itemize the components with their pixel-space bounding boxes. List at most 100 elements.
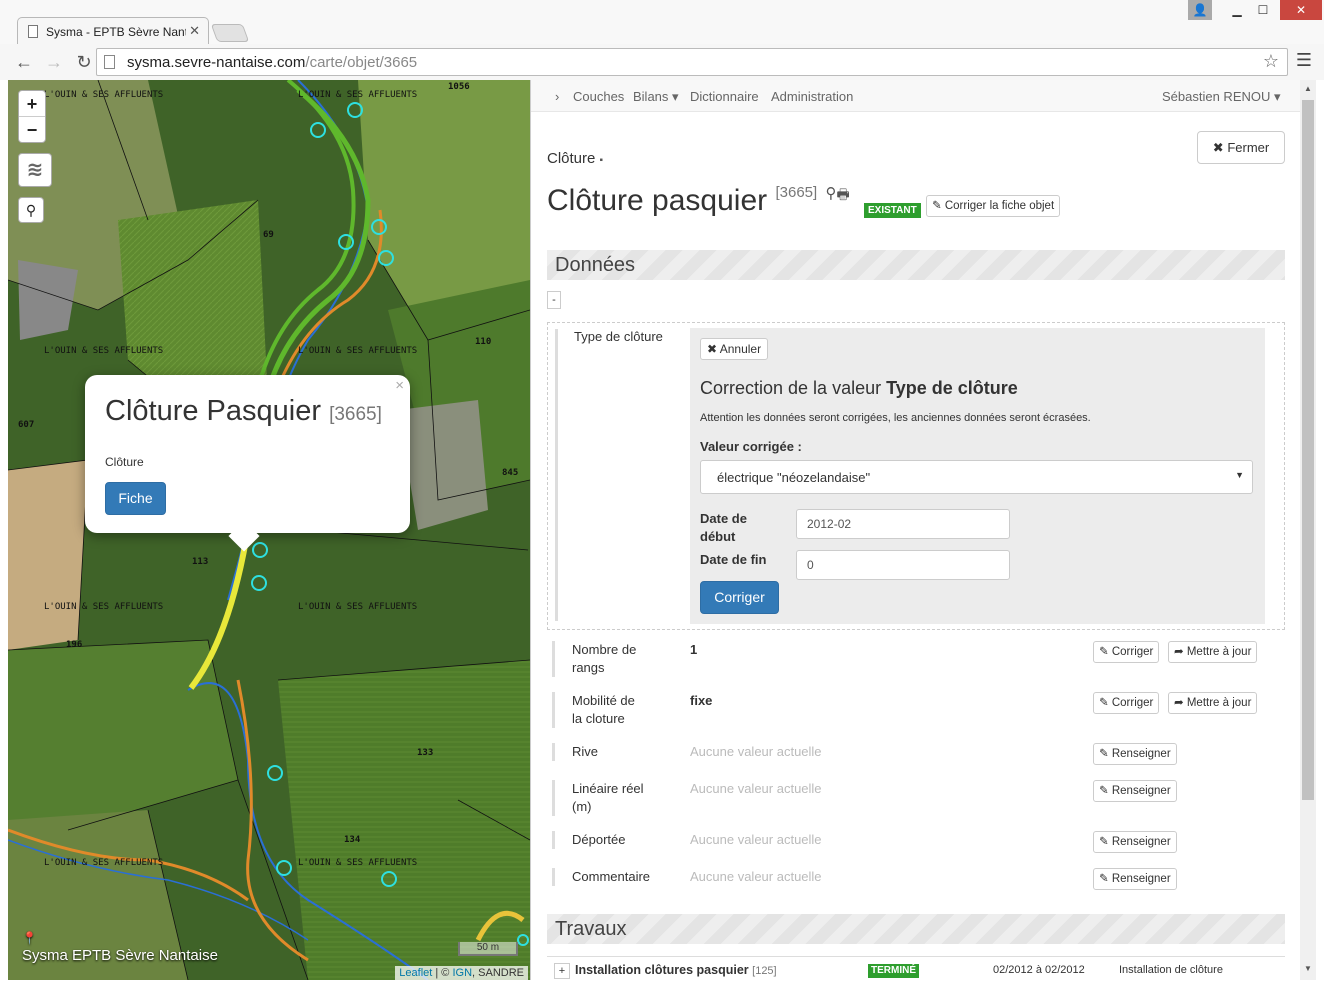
field-value: Aucune valeur actuelle <box>690 832 822 847</box>
scroll-down-icon[interactable]: ▼ <box>1304 964 1312 973</box>
start-date-input[interactable]: 2012-02 <box>796 509 1010 539</box>
travaux-name[interactable]: Installation clôtures pasquier [125] <box>575 963 777 977</box>
user-icon[interactable]: 👤 <box>1188 0 1212 20</box>
update-button[interactable]: ➦ Mettre à jour <box>1168 641 1258 663</box>
field-label: Type de clôture <box>555 329 663 621</box>
close-window-icon[interactable]: ✕ <box>1280 0 1322 20</box>
top-navbar: › Couches Bilans ▾ Dictionnaire Administ… <box>531 80 1300 112</box>
search-icon[interactable]: ⚲ <box>18 197 44 223</box>
zoom-out-button[interactable]: − <box>19 117 45 143</box>
field <box>278 660 530 980</box>
fiche-button[interactable]: Fiche <box>105 482 166 515</box>
end-date-label: Date de fin <box>700 552 767 567</box>
back-icon[interactable]: ← <box>12 50 36 74</box>
scrollbar-thumb[interactable] <box>1302 100 1314 800</box>
travaux-dates: 02/2012 à 02/2012 <box>993 964 1085 976</box>
value-select[interactable]: électrique "néozelandaise" ▼ <box>700 460 1253 494</box>
correct-button[interactable]: ✎ Corriger <box>1093 641 1160 663</box>
collapse-button[interactable]: - <box>547 291 561 309</box>
update-button[interactable]: ➦ Mettre à jour <box>1168 692 1258 714</box>
fill-button[interactable]: ✎ Renseigner <box>1093 868 1177 890</box>
minimize-icon[interactable]: ▁ <box>1224 0 1250 20</box>
new-tab-button[interactable] <box>210 24 250 42</box>
river-label: L'OUIN & SES AFFLUENTS <box>298 346 418 356</box>
zoom-in-button[interactable]: + <box>19 91 45 117</box>
forward-icon[interactable]: → <box>42 50 66 74</box>
browser-tab[interactable]: Sysma - EPTB Sèvre Nanta ✕ <box>17 17 209 45</box>
field-value: Aucune valeur actuelle <box>690 744 822 759</box>
river-label: L'OUIN & SES AFFLUENTS <box>298 602 418 612</box>
reload-icon[interactable]: ↻ <box>72 50 96 74</box>
menu-icon[interactable]: ☰ <box>1296 50 1312 71</box>
river-label: L'OUIN & SES AFFLUENTS <box>44 858 164 868</box>
expand-button[interactable]: + <box>554 963 570 979</box>
nav-administration[interactable]: Administration <box>771 89 853 104</box>
scrollbar[interactable]: ▲ ▼ <box>1300 80 1316 980</box>
warning-text: Attention les données seront corrigées, … <box>700 412 1091 424</box>
nav-couches[interactable]: Couches <box>573 89 624 104</box>
start-date-label: Date de début <box>700 511 747 544</box>
section-travaux: Travaux <box>547 914 1285 944</box>
parcel-number: 69 <box>263 230 274 240</box>
document-icon: ▪ <box>599 155 604 166</box>
parcel-number: 110 <box>475 337 492 347</box>
field-label: Linéaire réel (m) <box>552 780 647 816</box>
address-bar[interactable]: sysma.sevre-nantaise.com/carte/objet/366… <box>96 48 1288 76</box>
edit-object-button[interactable]: ✎ Corriger la fiche objet <box>926 195 1061 217</box>
field-value: fixe <box>690 693 713 708</box>
edit-field-block: Type de clôture ✖ Annuler Correction de … <box>547 322 1285 630</box>
field-label: Déportée <box>552 831 682 849</box>
field-value: Aucune valeur actuelle <box>690 781 822 796</box>
scroll-up-icon[interactable]: ▲ <box>1304 84 1312 93</box>
parcel-number: 134 <box>344 835 361 845</box>
page-title: Clôture pasquier [3665] ⚲🖶 <box>547 184 850 217</box>
parcel-number: 1056 <box>448 82 470 92</box>
page-icon <box>104 55 115 69</box>
map-marker-icon[interactable]: ⚲ <box>826 185 837 202</box>
nav-dictionnaire[interactable]: Dictionnaire <box>690 89 759 104</box>
parcel-number: 196 <box>66 640 83 650</box>
brand-label: 📍 Sysma EPTB Sèvre Nantaise <box>22 931 218 964</box>
layers-icon[interactable]: ≋ <box>18 153 52 187</box>
popup-type: Clôture <box>105 455 144 469</box>
correction-form: ✖ Annuler Correction de la valeur Type d… <box>690 328 1265 624</box>
bare-field <box>8 460 88 650</box>
map-attribution: Leaflet | © IGN, SANDRE <box>395 966 528 980</box>
leaflet-link[interactable]: Leaflet <box>399 967 432 979</box>
river-label: L'OUIN & SES AFFLUENTS <box>44 90 164 100</box>
map-view[interactable]: L'OUIN & SES AFFLUENTS L'OUIN & SES AFFL… <box>8 80 530 980</box>
close-tab-icon[interactable]: ✕ <box>189 23 200 39</box>
object-panel: › Couches Bilans ▾ Dictionnaire Administ… <box>530 80 1300 980</box>
fill-button[interactable]: ✎ Renseigner <box>1093 780 1177 802</box>
close-button[interactable]: ✖ Fermer <box>1197 131 1285 164</box>
field-value: 1 <box>690 642 698 657</box>
field-label: Mobilité de la cloture <box>552 692 647 728</box>
nav-bilans[interactable]: Bilans ▾ <box>633 89 679 105</box>
river-label: L'OUIN & SES AFFLUENTS <box>44 346 164 356</box>
ign-link[interactable]: IGN <box>452 967 472 979</box>
parcel-number: 845 <box>502 468 519 478</box>
chevron-right-icon[interactable]: › <box>555 89 559 104</box>
map-popup: × Clôture Pasquier [3665] Clôture Fiche <box>85 375 410 552</box>
scale-bar: 50 m <box>458 942 518 956</box>
page-icon <box>28 25 38 38</box>
fill-button[interactable]: ✎ Renseigner <box>1093 831 1177 853</box>
address-bar-row: ← → ↻ sysma.sevre-nantaise.com/carte/obj… <box>0 44 1324 80</box>
close-icon[interactable]: × <box>395 377 404 394</box>
submit-correction-button[interactable]: Corriger <box>700 581 779 614</box>
user-menu[interactable]: Sébastien RENOU ▾ <box>1162 89 1281 105</box>
field-value: Aucune valeur actuelle <box>690 869 822 884</box>
travaux-row: + Installation clôtures pasquier [125] T… <box>547 956 1285 980</box>
fill-button[interactable]: ✎ Renseigner <box>1093 743 1177 765</box>
print-icon[interactable]: 🖶 <box>837 186 850 202</box>
tab-title: Sysma - EPTB Sèvre Nanta <box>46 25 186 39</box>
status-badge: TERMINÉ <box>868 964 919 978</box>
river-label: L'OUIN & SES AFFLUENTS <box>298 858 418 868</box>
maximize-icon[interactable]: ☐ <box>1250 0 1276 20</box>
cancel-button[interactable]: ✖ Annuler <box>700 338 769 360</box>
correct-button[interactable]: ✎ Corriger <box>1093 692 1160 714</box>
parcel-number: 607 <box>18 420 35 430</box>
zoom-control: + − <box>18 90 46 143</box>
bookmark-star-icon[interactable]: ☆ <box>1263 51 1279 72</box>
end-date-input[interactable]: 0 <box>796 550 1010 580</box>
